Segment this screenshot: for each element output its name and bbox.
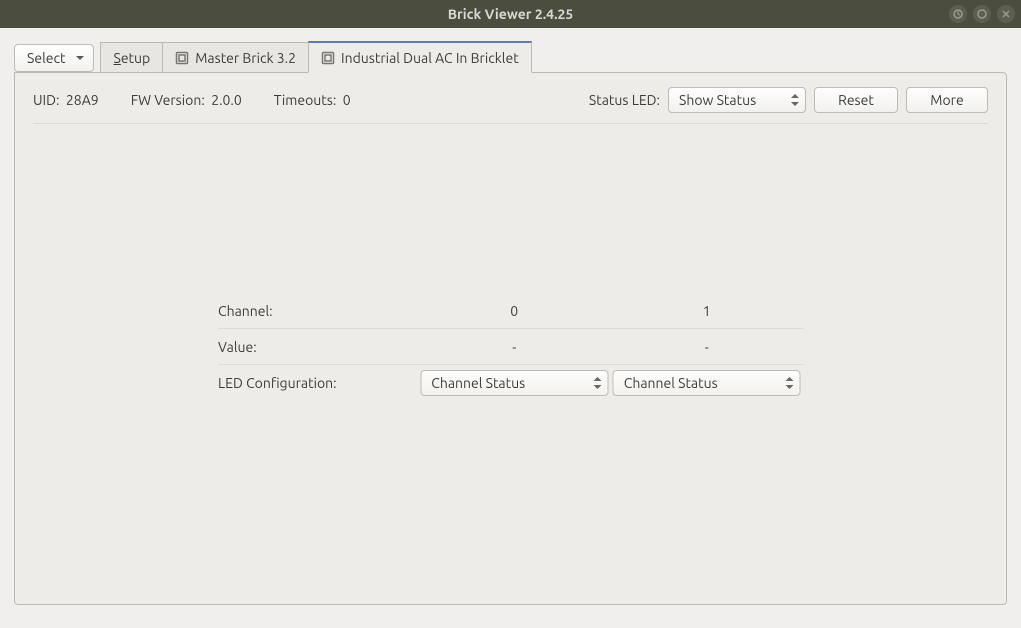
tab-label: Master Brick 3.2 <box>195 50 296 66</box>
window-controls <box>949 0 1015 28</box>
statusled-label: Status LED: <box>589 92 660 108</box>
brick-icon <box>175 51 189 65</box>
tab-label: Setup <box>113 50 150 66</box>
app-body: Select Setup Master Brick 3.2 Industrial… <box>0 28 1021 628</box>
value-1: - <box>611 339 804 355</box>
chevron-down-icon <box>75 50 85 66</box>
fw-value: 2.0.0 <box>211 92 242 108</box>
maximize-icon[interactable] <box>973 5 991 23</box>
reset-label: Reset <box>838 92 874 108</box>
tab-master-brick[interactable]: Master Brick 3.2 <box>162 42 309 72</box>
table-row-ledcfg: LED Configuration: Channel Status Channe… <box>218 365 803 401</box>
close-icon[interactable] <box>997 5 1015 23</box>
spin-arrows-icon <box>593 375 601 391</box>
ledcfg-label: LED Configuration: <box>218 375 418 391</box>
value-label: Value: <box>218 339 418 355</box>
reset-button[interactable]: Reset <box>814 87 898 113</box>
value-0: - <box>418 339 611 355</box>
spin-arrows-icon <box>786 375 794 391</box>
channel-1: 1 <box>611 303 804 319</box>
tab-label: Industrial Dual AC In Bricklet <box>341 50 519 66</box>
window-title: Brick Viewer 2.4.25 <box>448 6 574 22</box>
statusled-value: Show Status <box>679 92 756 108</box>
ledcfg-value-1: Channel Status <box>624 375 718 391</box>
channel-table: Channel: 0 1 Value: - - LED Configuratio… <box>218 293 803 401</box>
channel-0: 0 <box>418 303 611 319</box>
status-row: UID: 28A9 FW Version: 2.0.0 Timeouts: 0 … <box>33 87 988 113</box>
select-dropdown[interactable]: Select <box>14 44 94 72</box>
table-row-value: Value: - - <box>218 329 803 365</box>
select-label: Select <box>27 50 65 66</box>
top-row: Select Setup Master Brick 3.2 Industrial… <box>14 42 1007 72</box>
main-panel: UID: 28A9 FW Version: 2.0.0 Timeouts: 0 … <box>14 72 1007 605</box>
table-row-channel: Channel: 0 1 <box>218 293 803 329</box>
spin-arrows-icon <box>791 92 799 108</box>
tab-setup[interactable]: Setup <box>100 42 163 72</box>
uid-value: 28A9 <box>66 92 99 108</box>
tab-industrial-dual-ac-in[interactable]: Industrial Dual AC In Bricklet <box>308 41 532 73</box>
ledcfg-value-0: Channel Status <box>431 375 525 391</box>
ledcfg-combo-1[interactable]: Channel Status <box>613 370 801 396</box>
timeouts-label: Timeouts: <box>274 92 337 108</box>
divider <box>33 123 988 124</box>
channel-label: Channel: <box>218 303 418 319</box>
statusled-combo[interactable]: Show Status <box>668 87 806 113</box>
more-button[interactable]: More <box>906 87 988 113</box>
timeouts-value: 0 <box>343 92 351 108</box>
minimize-icon[interactable] <box>949 5 967 23</box>
status-right: Status LED: Show Status Reset More <box>589 87 988 113</box>
bricklet-icon <box>321 51 335 65</box>
more-label: More <box>930 92 963 108</box>
titlebar: Brick Viewer 2.4.25 <box>0 0 1021 28</box>
uid-label: UID: <box>33 92 59 108</box>
ledcfg-combo-0[interactable]: Channel Status <box>420 370 608 396</box>
status-left: UID: 28A9 FW Version: 2.0.0 Timeouts: 0 <box>33 92 377 108</box>
fw-label: FW Version: <box>131 92 205 108</box>
